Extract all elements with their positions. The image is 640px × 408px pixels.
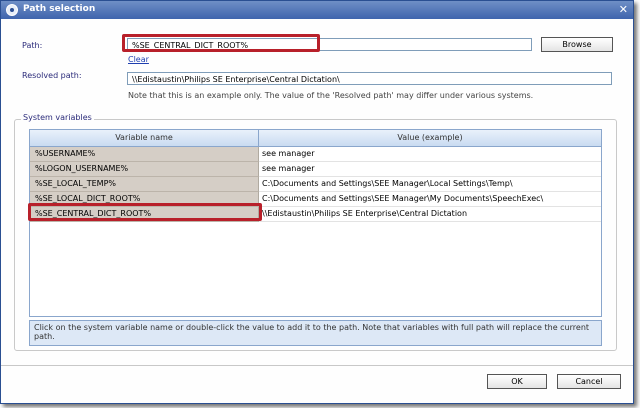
path-highlight-box [122,34,320,52]
row-highlight-box [28,203,262,221]
variable-value-cell[interactable]: \\Edistaustin\Philips SE Enterprise\Cent… [259,207,601,222]
ok-button[interactable]: OK [487,374,547,389]
system-variables-hint: Click on the system variable name or dou… [29,320,602,346]
variable-name-cell[interactable]: %USERNAME% [30,147,259,162]
cancel-button[interactable]: Cancel [557,374,621,389]
variable-value-cell[interactable]: see manager [259,147,601,162]
footer-divider [1,365,633,366]
ok-button-label: OK [511,377,523,386]
title-bar[interactable]: Path selection ✕ [1,1,633,19]
variable-name-cell[interactable]: %LOGON_USERNAME% [30,162,259,177]
browse-button[interactable]: Browse [541,37,613,52]
variable-value-cell[interactable]: C:\Documents and Settings\SEE Manager\My… [259,192,601,207]
variable-name-cell[interactable]: %SE_LOCAL_TEMP% [30,177,259,192]
system-variables-table: Variable name Value (example) %USERNAME%… [29,129,602,317]
cancel-button-label: Cancel [575,377,603,386]
resolved-path-field: \\Edistaustin\Philips SE Enterprise\Cent… [127,72,612,85]
resolved-path-label: Resolved path: [22,71,82,80]
variable-value-cell[interactable]: see manager [259,162,601,177]
column-header-variable-name[interactable]: Variable name [30,130,259,147]
app-icon [6,4,18,16]
browse-button-label: Browse [562,40,592,49]
table-row[interactable]: %LOGON_USERNAME% see manager [30,162,601,177]
table-row[interactable]: %SE_LOCAL_TEMP% C:\Documents and Setting… [30,177,601,192]
resolved-path-note: Note that this is an example only. The v… [128,91,534,100]
table-row[interactable]: %USERNAME% see manager [30,147,601,162]
system-variables-legend: System variables [21,113,94,122]
clear-link[interactable]: Clear [128,55,149,64]
path-selection-dialog: Path selection ✕ Path: %SE_CENTRAL_DICT_… [0,0,634,404]
path-label: Path: [22,41,43,50]
window-title: Path selection [23,4,96,14]
close-icon[interactable]: ✕ [619,3,628,16]
variable-value-cell[interactable]: C:\Documents and Settings\SEE Manager\Lo… [259,177,601,192]
column-header-value[interactable]: Value (example) [259,130,601,147]
